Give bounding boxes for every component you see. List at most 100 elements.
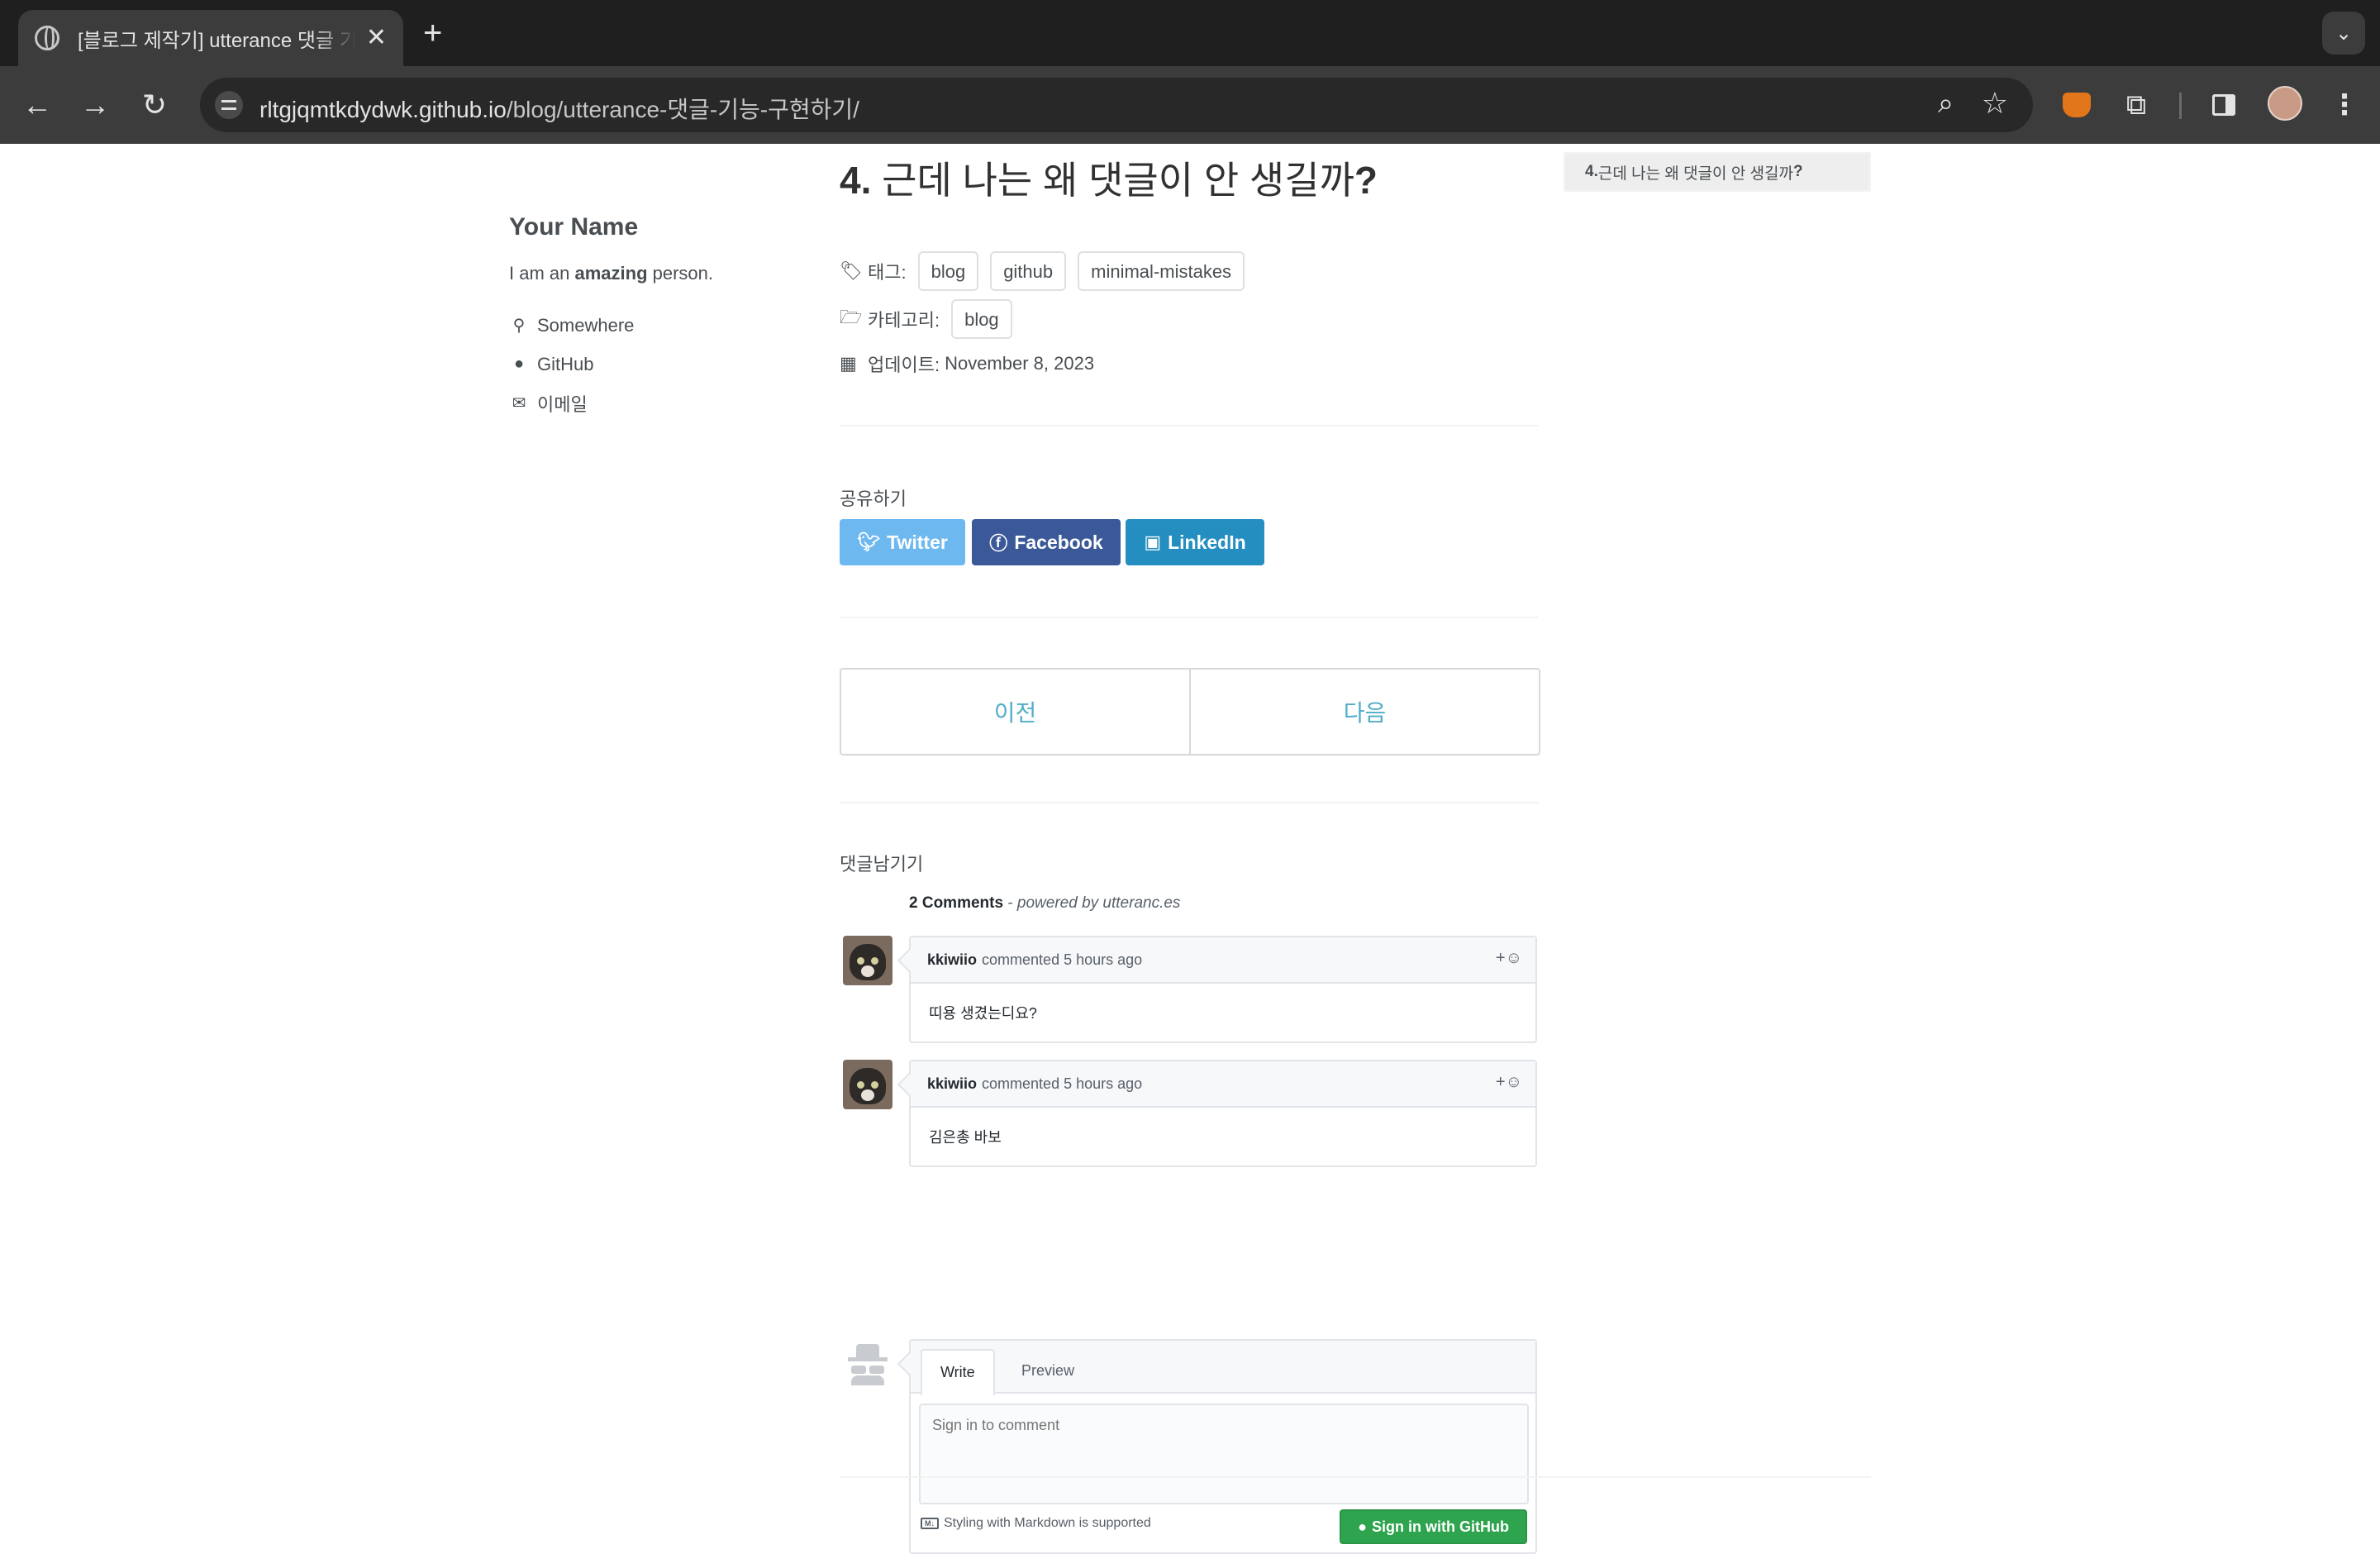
sign-in-label: Sign in with GitHub [1372, 1518, 1509, 1535]
comment-timestamp[interactable]: commented 5 hours ago [982, 1075, 1142, 1093]
extensions-puzzle-icon[interactable]: ⧉ [2117, 86, 2155, 124]
tags-icon: 🏷 [840, 260, 863, 281]
tab-strip: [블로그 제작기] utterance 댓글 기능 구현하기 ✕ + ⌄ [0, 0, 2380, 66]
facebook-icon: ⓕ [989, 533, 1008, 554]
ghost-coat [851, 1375, 884, 1385]
comment-timestamp[interactable]: commented 5 hours ago [982, 951, 1142, 969]
anonymous-user-icon [845, 1339, 891, 1385]
markdown-note: Styling with Markdown is supported [944, 1516, 1151, 1530]
comment-editor: Write Preview M↓ Styling with Markdown i… [909, 1339, 1537, 1554]
categories-label: 카테고리: [868, 310, 940, 331]
updated-label: 업데이트: [868, 355, 940, 375]
tab-write[interactable]: Write [921, 1349, 995, 1395]
browser-toolbar: ← → ↻ rltgjqmtkdydwk.github.io/blog/utte… [0, 66, 2380, 144]
comment-header: kkiwiio commented 5 hours ago +☺ [911, 937, 1535, 984]
linkedin-share-button[interactable]: ▣ LinkedIn [1126, 519, 1264, 565]
tag-link[interactable]: blog [917, 251, 979, 291]
new-tab-button[interactable]: + [423, 15, 442, 51]
tab-title: [블로그 제작기] utterance 댓글 기능 구현하기 [78, 29, 356, 52]
location-link[interactable]: ⚲ Somewhere [509, 306, 757, 345]
comment-author[interactable]: kkiwiio [927, 951, 977, 969]
cat-eye [857, 957, 864, 965]
updated-row: ▦ 업데이트: November 8, 2023 [840, 350, 1094, 377]
more-menu-icon[interactable]: ⋮ [2325, 86, 2363, 124]
add-reaction-icon[interactable]: +☺ [1496, 949, 1522, 968]
facebook-label: Facebook [1014, 531, 1103, 553]
toc-text: 근데 나는 왜 댓글이 안 생길까 [1597, 164, 1794, 183]
comment-author[interactable]: kkiwiio [927, 1075, 977, 1093]
author-sidebar: Your Name I am an amazing person. ⚲ Some… [509, 213, 757, 422]
powered-by-link[interactable]: - powered by utteranc.es [1003, 894, 1180, 912]
page-title: 4. 근데 나는 왜 댓글이 안 생길까? [840, 150, 1378, 205]
profile-avatar-icon[interactable] [2268, 86, 2302, 121]
tag-link[interactable]: minimal-mistakes [1078, 251, 1245, 291]
next-post-link[interactable]: 다음 [1189, 670, 1539, 754]
post-pagination: 이전 다음 [840, 668, 1540, 756]
side-panel-icon[interactable] [2205, 86, 2243, 124]
share-heading: 공유하기 [840, 489, 907, 509]
comment-textarea[interactable] [919, 1404, 1529, 1504]
ghost-glass [869, 1366, 884, 1374]
avatar[interactable] [843, 1060, 892, 1109]
toc-question-mark: ? [1793, 163, 1803, 180]
twitter-share-button[interactable]: 🐦︎ Twitter [840, 519, 965, 565]
title-text: 근데 나는 왜 댓글이 안 생길까 [871, 159, 1354, 202]
ghost-glass [851, 1366, 866, 1374]
comment-header: kkiwiio commented 5 hours ago +☺ [911, 1061, 1535, 1108]
previous-post-link[interactable]: 이전 [841, 670, 1189, 754]
bookmark-star-icon[interactable]: ☆ [1982, 86, 2008, 121]
reload-icon[interactable]: ↻ [136, 86, 174, 124]
categories-row: 🗁 카테고리: blog [840, 299, 1012, 339]
bio-suffix: person. [647, 263, 714, 284]
tab-search-button[interactable]: ⌄ [2322, 12, 2365, 55]
category-link[interactable]: blog [951, 299, 1012, 339]
page-content: Your Name I am an amazing person. ⚲ Some… [0, 144, 2380, 1554]
tag-link[interactable]: github [990, 251, 1067, 291]
url-host: rltgjqmtkdydwk.github.io [259, 97, 507, 122]
comment-count: 2 Comments - powered by utteranc.es [909, 894, 1180, 913]
forward-arrow-icon[interactable]: → [76, 86, 114, 124]
toc-item-active[interactable]: 4. 근데 나는 왜 댓글이 안 생길까? [1564, 152, 1871, 192]
tags-label: 태그: [868, 262, 907, 283]
tab-preview[interactable]: Preview [1003, 1349, 1092, 1395]
avatar[interactable] [843, 936, 892, 985]
folder-open-icon: 🗁 [840, 307, 863, 327]
cat-eye [871, 1081, 878, 1089]
author-bio: I am an amazing person. [509, 263, 757, 284]
github-link[interactable]: ● GitHub [509, 345, 757, 384]
divider [840, 425, 1539, 427]
bio-bold: amazing [574, 263, 648, 284]
site-info-icon[interactable] [215, 91, 243, 119]
location-label: Somewhere [537, 314, 635, 336]
add-reaction-icon[interactable]: +☺ [1496, 1073, 1522, 1092]
tab-close-icon[interactable]: ✕ [366, 26, 387, 50]
zoom-icon[interactable]: ⌕ [1938, 88, 1954, 120]
email-link[interactable]: ✉ 이메일 [509, 384, 757, 422]
sign-in-github-button[interactable]: ● Sign in with GitHub [1340, 1509, 1527, 1544]
address-bar[interactable]: rltgjqmtkdydwk.github.io/blog/utterance-… [200, 78, 2033, 132]
envelope-icon: ✉ [512, 394, 526, 412]
facebook-share-button[interactable]: ⓕ Facebook [972, 519, 1121, 565]
metamask-fox-icon[interactable] [2058, 86, 2096, 124]
divider [840, 617, 1539, 618]
divider [840, 802, 1539, 803]
toc-number: 4. [1585, 163, 1598, 180]
comment-count-number: 2 Comments [909, 894, 1004, 912]
footer-divider [840, 1476, 1871, 1478]
ghost-hat [856, 1344, 879, 1357]
cat-muzzle [861, 965, 874, 977]
bio-prefix: I am an [509, 263, 575, 284]
browser-tab[interactable]: [블로그 제작기] utterance 댓글 기능 구현하기 ✕ [18, 10, 403, 66]
cat-muzzle [861, 1089, 874, 1101]
github-icon: ● [513, 355, 525, 373]
twitter-label: Twitter [887, 531, 948, 553]
comment-box: kkiwiio commented 5 hours ago +☺ 김은총 바보 [909, 1060, 1537, 1167]
markdown-hint[interactable]: M↓ Styling with Markdown is supported [921, 1516, 1151, 1531]
back-arrow-icon[interactable]: ← [18, 86, 56, 124]
github-label: GitHub [537, 353, 594, 374]
ghost-brim [848, 1357, 888, 1361]
twitter-icon: 🐦︎ [857, 532, 881, 552]
linkedin-icon: ▣ [1144, 532, 1162, 552]
title-question-mark: ? [1354, 159, 1378, 202]
url-text[interactable]: rltgjqmtkdydwk.github.io/blog/utterance-… [259, 92, 859, 125]
